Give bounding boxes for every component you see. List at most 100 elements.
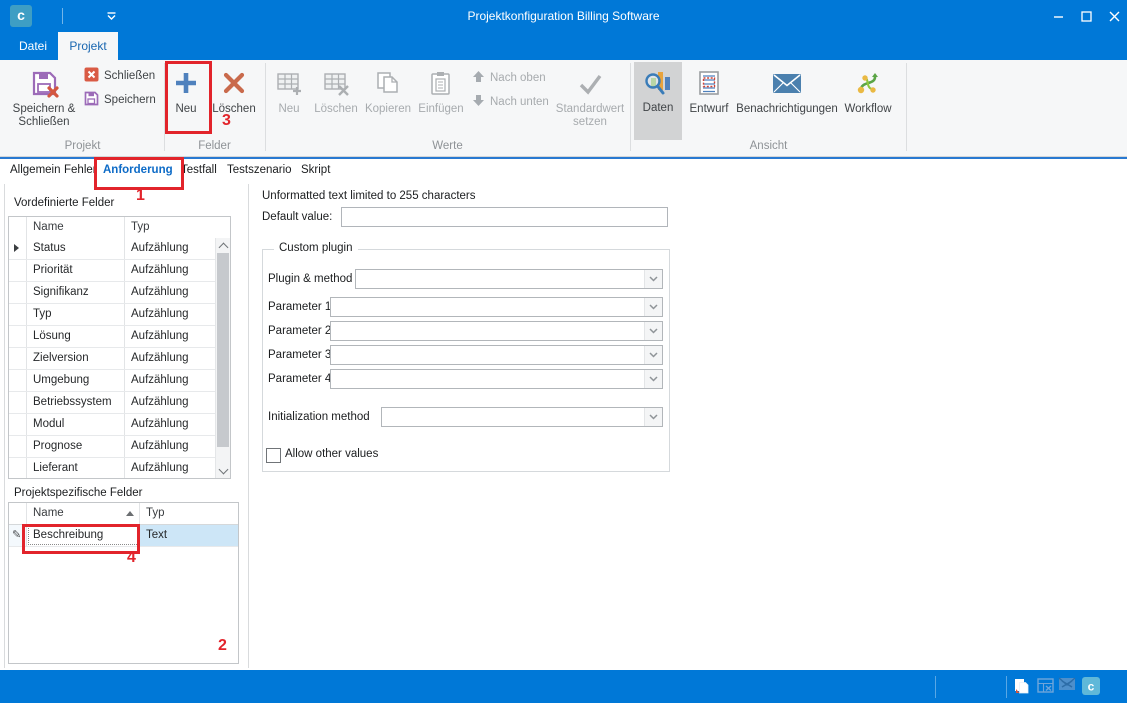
table-icon[interactable] [1037,677,1054,694]
default-value-input[interactable] [341,207,668,227]
workflow-button[interactable]: Workflow [844,63,892,116]
predefined-table-rows: StatusAufzählungPrioritätAufzählungSigni… [9,238,216,478]
row-selector-cell [9,238,27,259]
delete-field-button[interactable]: Löschen [208,63,260,116]
checkmark-icon [577,63,604,103]
chevron-up-icon [218,242,228,252]
project-specific-fields-title: Projektspezifische Felder [14,487,142,499]
maximize-button[interactable] [1074,6,1098,26]
custom-plugin-legend: Custom plugin [274,242,358,254]
row-selector-cell [9,414,27,435]
default-value-label: Default value: [262,211,332,223]
header-name[interactable]: Name [27,217,125,238]
predefined-fields-table: Name Typ StatusAufzählungPrioritätAufzäh… [8,216,231,479]
field-name-cell: Lieferant [27,458,125,478]
ribbon-tab-datei[interactable]: Datei [8,32,58,60]
copy-pages-icon[interactable] [1013,677,1031,695]
statusbar-separator [1006,676,1007,698]
row-selector-cell [9,282,27,303]
scrollbar-thumb[interactable] [217,253,229,447]
save-project-button[interactable]: Speichern [84,90,156,110]
parameter-3-combobox[interactable] [330,345,663,365]
row-selector-cell [9,392,27,413]
parameter-2-combobox[interactable] [330,321,663,341]
table-row[interactable]: StatusAufzählung [9,238,216,260]
close-project-button[interactable]: Schließen [84,66,155,86]
field-type-cell: Aufzählung [125,436,216,457]
field-type-cell: Text [140,525,238,546]
table-row[interactable]: SignifikanzAufzählung [9,282,216,304]
table-row[interactable]: LösungAufzählung [9,326,216,348]
tab-skript[interactable]: Skript [301,164,330,176]
design-view-button[interactable]: Entwurf [688,63,730,116]
row-selector-cell [9,304,27,325]
header-selector-cell [9,503,27,524]
close-button[interactable] [1102,6,1126,26]
header-name-sorted[interactable]: Name [27,503,140,524]
scrollbar-down-button[interactable] [216,463,230,478]
parameter-1-label: Parameter 1 [268,301,331,313]
move-up-button: Nach oben [472,68,546,88]
arrow-up-icon [472,70,485,86]
field-type-cell: Aufzählung [125,260,216,281]
current-row-arrow-icon [14,244,19,252]
ribbon-tab-projekt[interactable]: Projekt [58,32,118,60]
tab-allgemein[interactable]: Allgemein [10,164,61,176]
field-type-cell: Aufzählung [125,458,216,478]
chevron-down-icon [649,276,658,282]
table-row[interactable]: LieferantAufzählung [9,458,216,478]
ribbon-tab-row: Datei Projekt [0,32,1127,60]
combo-dropdown-button[interactable] [644,270,662,288]
field-name-cell: Signifikanz [27,282,125,303]
combo-dropdown-button[interactable] [644,346,662,364]
row-selector-cell [9,326,27,347]
table-row[interactable]: TypAufzählung [9,304,216,326]
header-typ[interactable]: Typ [140,503,238,524]
application-window: c Projektkonfiguration Billing Software … [0,0,1127,703]
plugin-method-combobox[interactable] [355,269,663,289]
field-name-cell: Priorität [27,260,125,281]
initialization-method-label: Initialization method [268,411,370,423]
table-row[interactable]: PrognoseAufzählung [9,436,216,458]
combo-dropdown-button[interactable] [644,370,662,388]
header-typ[interactable]: Typ [125,217,230,238]
vertical-scrollbar[interactable] [215,238,230,478]
delete-value-button: Löschen [311,63,361,116]
row-selector-cell [9,260,27,281]
save-and-close-button[interactable]: Speichern & Schließen [8,63,80,129]
initialization-method-combobox[interactable] [381,407,663,427]
combo-dropdown-button[interactable] [644,408,662,426]
header-selector-cell [9,217,27,238]
notifications-button[interactable]: Benachrichtigungen [734,63,840,116]
combo-dropdown-button[interactable] [644,298,662,316]
table-row[interactable]: ModulAufzählung [9,414,216,436]
field-type-cell: Aufzählung [125,392,216,413]
table-header: Name Typ [9,217,230,239]
table-row[interactable]: UmgebungAufzählung [9,370,216,392]
title-bar: c Projektkonfiguration Billing Software [0,0,1127,32]
chevron-down-icon [649,304,658,310]
allow-other-values-checkbox[interactable] [266,448,281,463]
minimize-button[interactable] [1046,6,1070,26]
parameter-1-combobox[interactable] [330,297,663,317]
table-row[interactable]: PrioritätAufzählung [9,260,216,282]
group-label-ansicht: Ansicht [631,140,906,153]
field-name-cell: Modul [27,414,125,435]
tab-testszenario[interactable]: Testszenario [227,164,292,176]
table-row[interactable]: BetriebssystemAufzählung [9,392,216,414]
data-view-button[interactable]: Daten [634,62,682,140]
new-value-button: Neu [269,63,309,116]
scrollbar-up-button[interactable] [216,238,230,253]
tab-fehler[interactable]: Fehler [64,164,97,176]
edit-pencil-icon: ✎ [12,525,21,545]
mail-disabled-icon[interactable] [1058,677,1076,691]
set-default-value-button: Standardwert setzen [552,63,628,129]
field-type-cell: Aufzählung [125,282,216,303]
group-label-werte: Werte [265,140,630,153]
parameter-4-combobox[interactable] [330,369,663,389]
table-row[interactable]: ZielversionAufzählung [9,348,216,370]
copy-value-button: Kopieren [361,63,415,116]
parameter-4-label: Parameter 4 [268,373,331,385]
tab-testfall[interactable]: Testfall [181,164,217,176]
combo-dropdown-button[interactable] [644,322,662,340]
